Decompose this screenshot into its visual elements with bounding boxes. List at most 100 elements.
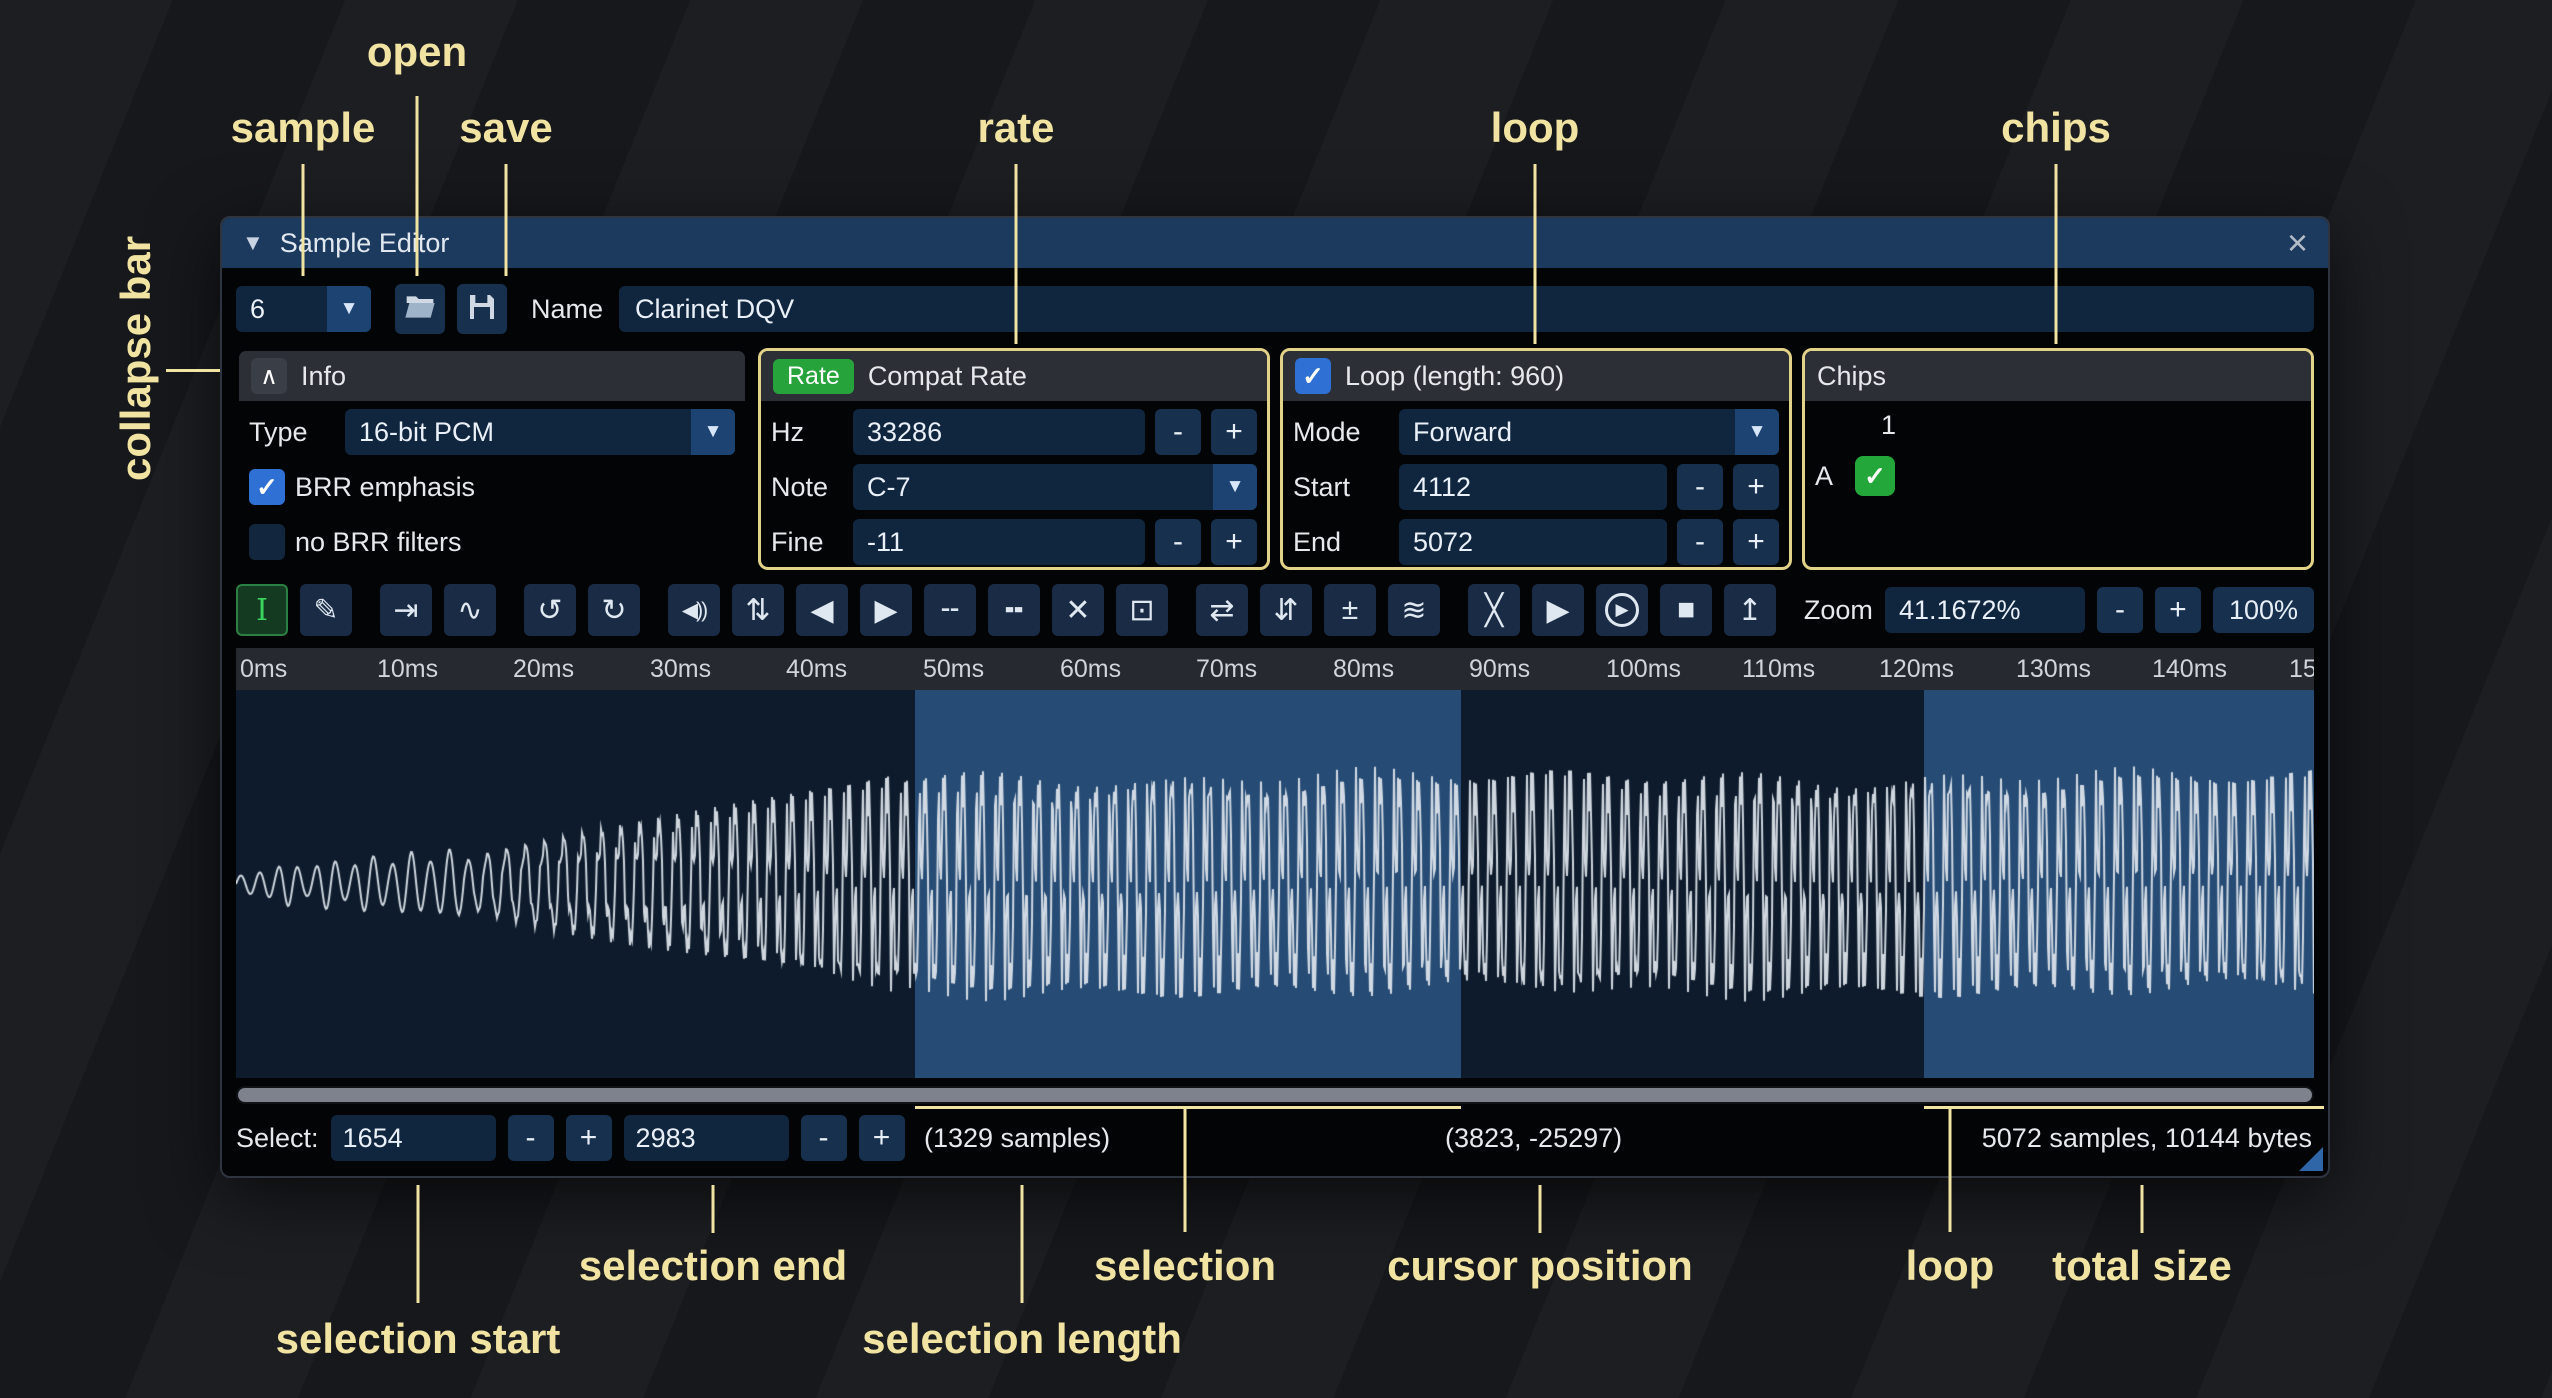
chevron-down-icon[interactable]: ▼ — [691, 409, 735, 455]
sign-exchange-button[interactable]: ± — [1324, 584, 1376, 636]
zoom-reset-button[interactable]: 100% — [2213, 587, 2314, 633]
ruler-label: 130ms — [2016, 655, 2091, 684]
preview-sample-button[interactable]: ▶ — [1532, 584, 1584, 636]
delete-button[interactable]: ✕ — [1052, 584, 1104, 636]
loop-start-input[interactable]: 4112 — [1399, 464, 1667, 510]
redo-button[interactable]: ↻ — [588, 584, 640, 636]
edit-mode-select-button[interactable]: Ⅰ — [236, 584, 288, 636]
name-input[interactable]: Clarinet DQV — [619, 286, 2314, 332]
annotation-line-selection — [1184, 1108, 1187, 1232]
selection-start-plus-button[interactable]: + — [566, 1115, 612, 1161]
open-button[interactable] — [395, 284, 445, 334]
apply-filter-button[interactable]: ≋ — [1388, 584, 1440, 636]
loop-enable-checkbox[interactable]: ✓ — [1295, 358, 1331, 394]
reverse-button[interactable]: ⇄ — [1196, 584, 1248, 636]
no-brr-filters-checkbox[interactable] — [249, 524, 285, 560]
ruler-label: 110ms — [1742, 655, 1815, 684]
window-resize-grip[interactable] — [2299, 1147, 2323, 1171]
note-select-value: C-7 — [853, 472, 1213, 503]
scrollbar-thumb[interactable] — [238, 1088, 2312, 1102]
normalize-button[interactable]: ⇅ — [732, 584, 784, 636]
info-header[interactable]: ∧ Info — [239, 351, 745, 401]
loop-end-plus-button[interactable]: + — [1733, 519, 1779, 565]
rate-body: Hz 33286 - + Note C-7 ▼ — [761, 401, 1267, 570]
annotation-line-chips — [2055, 164, 2058, 344]
loop-start-plus-button[interactable]: + — [1733, 464, 1779, 510]
loop-end-minus-button[interactable]: - — [1677, 519, 1723, 565]
rate-header: Rate Compat Rate — [761, 351, 1267, 401]
loop-end-input[interactable]: 5072 — [1399, 519, 1667, 565]
loop-mode-select[interactable]: Forward ▼ — [1399, 409, 1779, 455]
hz-minus-button[interactable]: - — [1155, 409, 1201, 455]
window-content: 6 ▼ Name Clarinet DQV — [222, 268, 2328, 1178]
annotation-selection: selection — [1094, 1242, 1276, 1290]
create-wavetable-button[interactable]: ↥ — [1724, 584, 1776, 636]
annotation-line-loop — [1534, 164, 1537, 344]
titlebar[interactable]: ▼ Sample Editor × — [222, 218, 2328, 268]
chips-body: 1 A ✓ — [1805, 401, 2311, 567]
zoom-plus-button[interactable]: + — [2155, 587, 2201, 633]
play-button[interactable]: ▶ — [1596, 584, 1648, 636]
close-icon[interactable]: × — [2287, 225, 2308, 261]
insert-silence-button[interactable]: ╌ — [924, 584, 976, 636]
zoom-minus-button[interactable]: - — [2097, 587, 2143, 633]
annotation-line-save — [505, 164, 508, 276]
fade-in-button[interactable]: ◀ — [796, 584, 848, 636]
amplify-button[interactable]: ◀)) — [668, 584, 720, 636]
ruler-label: 90ms — [1469, 655, 1530, 684]
loop-end-label: End — [1293, 527, 1389, 558]
trim-button[interactable]: ⊡ — [1116, 584, 1168, 636]
info-header-label: Info — [301, 361, 346, 392]
crossfade-loop-button[interactable]: ╳ — [1468, 584, 1520, 636]
fade-out-button[interactable]: ▶ — [860, 584, 912, 636]
selection-start-input[interactable]: 1654 — [331, 1115, 496, 1161]
note-select[interactable]: C-7 ▼ — [853, 464, 1257, 510]
brr-emphasis-checkbox[interactable]: ✓ — [249, 469, 285, 505]
invert-button[interactable]: ⇵ — [1260, 584, 1312, 636]
info-panel: ∧ Info Type 16-bit PCM ▼ ✓ — [236, 348, 748, 570]
selection-end-minus-button[interactable]: - — [801, 1115, 847, 1161]
ruler-label: 30ms — [650, 655, 711, 684]
name-input-value: Clarinet DQV — [635, 294, 794, 325]
chevron-down-icon[interactable]: ▼ — [1213, 464, 1257, 510]
edit-mode-draw-button[interactable]: ✎ — [300, 584, 352, 636]
loop-start-minus-button[interactable]: - — [1677, 464, 1723, 510]
chip-a-checkbox[interactable]: ✓ — [1855, 456, 1895, 496]
ruler-label: 20ms — [513, 655, 574, 684]
waveform-area[interactable] — [236, 690, 2314, 1078]
annotation-bracket-selection — [915, 1106, 1461, 1109]
resize-button[interactable]: ⇥ — [380, 584, 432, 636]
annotation-line-sample — [302, 164, 305, 276]
apply-silence-button[interactable]: ╍ — [988, 584, 1040, 636]
chevron-down-icon[interactable]: ▼ — [327, 286, 371, 332]
brr-emphasis-label: BRR emphasis — [295, 472, 475, 503]
stop-button[interactable]: ■ — [1660, 584, 1712, 636]
info-body: Type 16-bit PCM ▼ ✓ BRR emphasis — [239, 401, 745, 570]
resample-button[interactable]: ∿ — [444, 584, 496, 636]
window-collapse-icon[interactable]: ▼ — [242, 230, 264, 256]
type-select[interactable]: 16-bit PCM ▼ — [345, 409, 735, 455]
collapse-section-icon[interactable]: ∧ — [251, 358, 287, 394]
chevron-down-icon[interactable]: ▼ — [1735, 409, 1779, 455]
annotation-total-size: total size — [2052, 1242, 2232, 1290]
selection-start-minus-button[interactable]: - — [508, 1115, 554, 1161]
note-label: Note — [771, 472, 843, 503]
annotation-save: save — [459, 104, 552, 152]
annotation-open: open — [367, 28, 467, 76]
hz-plus-button[interactable]: + — [1211, 409, 1257, 455]
save-floppy-icon — [466, 291, 498, 328]
annotation-cursor-position: cursor position — [1387, 1242, 1693, 1290]
hz-input[interactable]: 33286 — [853, 409, 1145, 455]
type-row: Type 16-bit PCM ▼ — [249, 408, 735, 456]
annotation-selection-start: selection start — [276, 1315, 561, 1363]
fine-minus-button[interactable]: - — [1155, 519, 1201, 565]
sample-select[interactable]: 6 ▼ — [236, 286, 371, 332]
zoom-input[interactable]: 41.1672% — [1885, 587, 2085, 633]
undo-button[interactable]: ↺ — [524, 584, 576, 636]
save-button[interactable] — [457, 284, 507, 334]
waveform-display[interactable] — [236, 690, 2314, 1078]
fine-plus-button[interactable]: + — [1211, 519, 1257, 565]
selection-end-plus-button[interactable]: + — [859, 1115, 905, 1161]
fine-input[interactable]: -11 — [853, 519, 1145, 565]
selection-end-input[interactable]: 2983 — [624, 1115, 789, 1161]
